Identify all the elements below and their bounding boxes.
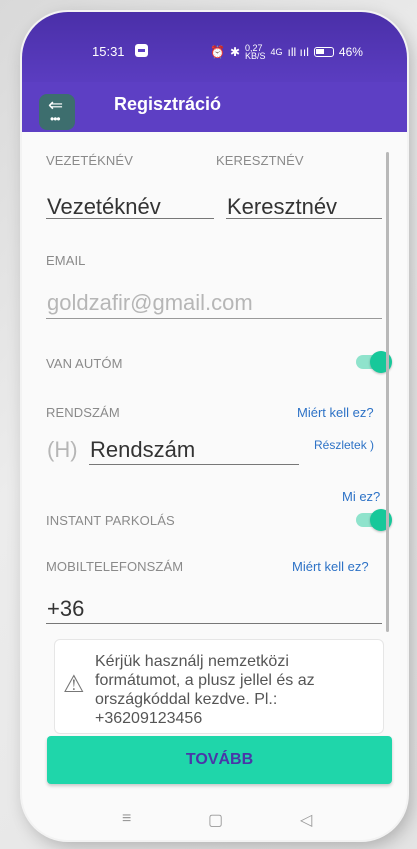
instant-what-link[interactable]: Mi ez? [342, 489, 380, 504]
status-bar: 15:31 ⏰ ✱ 0,27 KB/S 4G ıll ııl 46% [22, 12, 407, 92]
plate-why-link[interactable]: Miért kell ez? [297, 405, 374, 420]
lastname-underline [46, 218, 214, 219]
lastname-label: VEZETÉKNÉV [46, 153, 133, 168]
format-notice: ⚠ Kérjük használj nemzetközi formátumot,… [54, 639, 384, 734]
battery-icon [313, 47, 334, 57]
email-underline [46, 318, 382, 319]
plate-prefix: (H) [47, 437, 78, 462]
continue-button[interactable]: TOVÁBB [47, 736, 392, 784]
phone-why-link[interactable]: Miért kell ez? [292, 559, 369, 574]
instant-toggle[interactable] [356, 509, 392, 531]
net-speed-unit: KB/S [245, 51, 266, 61]
firstname-underline [226, 218, 382, 219]
email-label: EMAIL [46, 253, 86, 268]
email-field[interactable]: goldzafir@gmail.com [47, 290, 253, 316]
system-nav-bar: ≡ ▢ ◁ [22, 802, 407, 840]
menu-icon[interactable]: ≡ [122, 810, 131, 828]
battery-percent: 46% [338, 45, 363, 59]
has-car-toggle[interactable] [356, 351, 392, 373]
instant-label: INSTANT PARKOLÁS [46, 513, 175, 528]
app-bar: ⇐ ••• Regisztráció [22, 82, 407, 132]
bluetooth-icon: ✱ [229, 45, 241, 59]
plate-field[interactable]: Rendszám [90, 437, 195, 463]
status-icons: ⏰ ✱ 0,27 KB/S 4G ıll ııl 46% [210, 44, 363, 61]
back-button[interactable]: ⇐ ••• [39, 94, 75, 130]
firstname-field[interactable]: Keresztnév [227, 194, 337, 220]
warning-icon: ⚠ [63, 671, 85, 698]
phone-frame: 15:31 ⏰ ✱ 0,27 KB/S 4G ıll ııl 46% ⇐ •••… [22, 12, 407, 840]
notification-icon [135, 44, 148, 57]
phone-underline [46, 623, 382, 624]
has-car-label: VAN AUTÓM [46, 356, 123, 371]
net-speed: 0,27 KB/S [245, 44, 266, 61]
plate-details-link[interactable]: Részletek ) [314, 438, 374, 452]
back-nav-icon[interactable]: ◁ [300, 810, 312, 830]
plate-label: RENDSZÁM [46, 405, 120, 420]
firstname-label: KERESZTNÉV [216, 153, 304, 168]
phone-label: MOBILTELEFONSZÁM [46, 559, 184, 574]
home-icon[interactable]: ▢ [208, 810, 223, 830]
signal-icon: ıll ııl [287, 45, 309, 59]
notice-text: Kérjük használj nemzetközi formátumot, a… [95, 653, 315, 727]
scrollbar[interactable] [386, 152, 389, 632]
network-type: 4G [270, 47, 283, 57]
alarm-icon: ⏰ [210, 45, 225, 59]
more-dots-icon: ••• [50, 112, 61, 126]
phone-field[interactable]: +36 [47, 596, 84, 622]
lastname-field[interactable]: Vezetéknév [47, 194, 161, 220]
page-title: Regisztráció [114, 94, 222, 114]
plate-underline [89, 464, 299, 465]
status-time: 15:31 [92, 44, 125, 59]
